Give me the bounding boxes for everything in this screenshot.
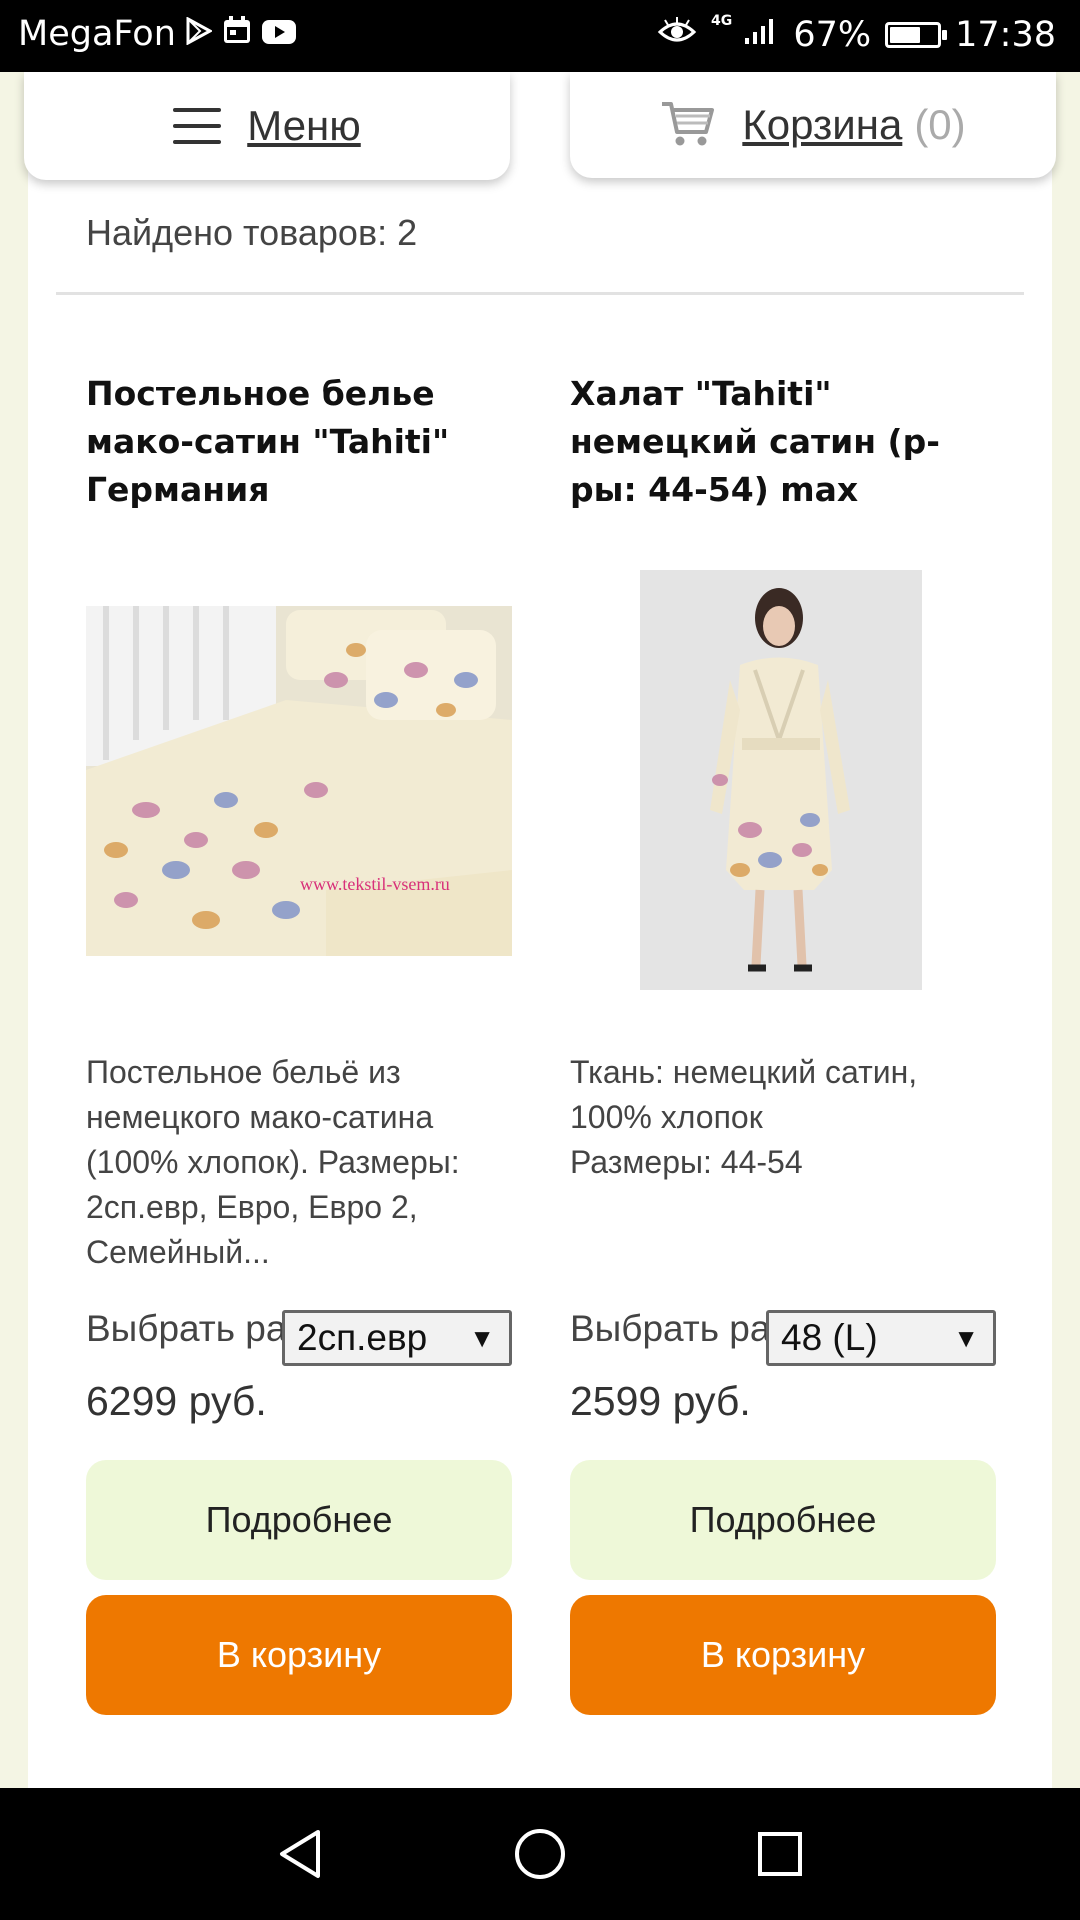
product-title[interactable]: Халат "Tahiti" немецкий сатин (р-ры: 44-…: [570, 370, 996, 560]
results-count: Найдено товаров: 2: [86, 212, 418, 253]
status-bar: MegaFon 4G 67% 17:38: [0, 0, 1080, 72]
play-store-icon: [186, 14, 214, 54]
battery-icon: [885, 21, 948, 48]
navigation-bar: [0, 1788, 1080, 1920]
size-select-value: 48 (L): [781, 1317, 878, 1358]
menu-button[interactable]: Меню: [24, 72, 510, 180]
description-line: 100% хлопок: [570, 1099, 763, 1135]
signal-icon: 4G: [711, 14, 779, 55]
cart-icon: [660, 98, 716, 152]
size-select-label: Выбрать размер: [86, 1308, 286, 1349]
description-line: Ткань: немецкий сатин,: [570, 1054, 918, 1090]
add-to-cart-button[interactable]: В корзину: [86, 1595, 512, 1715]
size-select-value: 2сп.евр: [297, 1317, 428, 1358]
product-description: Ткань: немецкий сатин, 100% хлопок Разме…: [570, 1050, 996, 1185]
add-to-cart-button[interactable]: В корзину: [570, 1595, 996, 1715]
cart-link[interactable]: Корзина: [742, 101, 902, 149]
carrier-name: MegaFon: [18, 14, 176, 54]
details-button[interactable]: Подробнее: [86, 1460, 512, 1580]
details-button[interactable]: Подробнее: [570, 1460, 996, 1580]
cart-count: (0): [914, 101, 966, 148]
battery-percent: 67%: [793, 14, 872, 55]
size-select-label: Выбрать размер: [570, 1308, 770, 1349]
description-line: Размеры: 44-54: [570, 1144, 803, 1180]
divider: [56, 292, 1024, 295]
size-select[interactable]: 2сп.евр ▼: [282, 1310, 512, 1366]
size-select-row: Выбрать размер 48 (L) ▼: [570, 1308, 996, 1366]
eye-comfort-icon: [657, 15, 697, 55]
product-price: 6299 руб.: [86, 1378, 267, 1424]
product-description: Постельное бельё из немецкого мако-сатин…: [86, 1054, 460, 1270]
dropdown-arrow-icon: ▼: [469, 1323, 495, 1353]
recents-icon[interactable]: [744, 1818, 816, 1890]
network-type: 4G: [710, 13, 733, 29]
cart-button[interactable]: Корзина (0): [570, 72, 1056, 178]
product-title[interactable]: Постельное белье мако-сатин "Tahiti" Гер…: [86, 370, 512, 560]
product-card: Халат "Tahiti" немецкий сатин (р-ры: 44-…: [570, 370, 996, 1715]
image-watermark: www.tekstil-vsem.ru: [300, 874, 450, 894]
hamburger-icon: [173, 108, 222, 144]
home-icon[interactable]: [504, 1818, 576, 1890]
size-select-row: Выбрать размер 2сп.евр ▼: [86, 1308, 512, 1366]
menu-link[interactable]: Меню: [247, 102, 361, 150]
product-image[interactable]: [570, 565, 996, 990]
calendar-icon: [222, 14, 252, 54]
product-image[interactable]: www.tekstil-vsem.ru: [86, 570, 512, 990]
back-icon[interactable]: [264, 1818, 336, 1890]
clock: 17:38: [955, 14, 1056, 55]
product-card: Постельное белье мако-сатин "Tahiti" Гер…: [86, 370, 512, 1715]
dropdown-arrow-icon: ▼: [953, 1323, 979, 1353]
size-select[interactable]: 48 (L) ▼: [766, 1310, 996, 1366]
product-price: 2599 руб.: [570, 1378, 751, 1424]
youtube-icon: [261, 14, 296, 54]
